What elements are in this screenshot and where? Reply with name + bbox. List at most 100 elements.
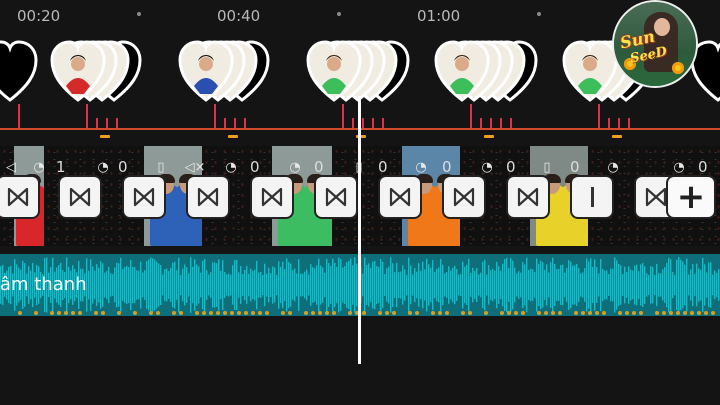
speed-icon[interactable]: ◔ bbox=[670, 158, 688, 176]
wave-bar bbox=[354, 257, 356, 313]
wave-bar bbox=[452, 267, 454, 303]
channel-avatar[interactable]: Sun SeeD bbox=[612, 0, 698, 88]
speed-icon[interactable]: ◔ bbox=[478, 158, 496, 176]
beat-dot bbox=[544, 311, 548, 315]
wave-bar bbox=[302, 273, 304, 297]
wave-bar bbox=[632, 270, 634, 300]
playhead[interactable] bbox=[358, 96, 361, 364]
transition-button[interactable] bbox=[188, 177, 228, 217]
transition-button[interactable] bbox=[60, 177, 100, 217]
wave-bar bbox=[258, 272, 260, 298]
wave-bar bbox=[496, 261, 498, 309]
heart-photo-sticker bbox=[434, 40, 490, 102]
beat-dot bbox=[202, 311, 206, 315]
beat-dot bbox=[325, 311, 329, 315]
vibrate-icon[interactable]: ▯ bbox=[152, 158, 170, 176]
transition-button[interactable] bbox=[124, 177, 164, 217]
wave-bar bbox=[550, 262, 552, 308]
mute-icon[interactable]: ◁× bbox=[185, 158, 206, 176]
sticker-group[interactable] bbox=[306, 40, 422, 108]
wave-bar bbox=[712, 274, 714, 296]
beat-dot bbox=[595, 311, 599, 315]
wave-bar bbox=[362, 273, 364, 297]
wave-bar bbox=[412, 274, 414, 296]
wave-bar bbox=[580, 273, 582, 297]
wave-bar bbox=[708, 262, 710, 308]
beat-dot bbox=[318, 311, 322, 315]
add-clip-button[interactable]: + bbox=[668, 177, 714, 217]
beat-dot bbox=[655, 311, 659, 315]
wave-bar bbox=[646, 273, 648, 297]
speed-icon[interactable]: ◔ bbox=[94, 158, 112, 176]
wave-bar bbox=[694, 273, 696, 297]
sticker-group[interactable] bbox=[434, 40, 550, 108]
wave-bar bbox=[526, 257, 528, 313]
wave-bar bbox=[322, 267, 324, 303]
wave-bar bbox=[336, 266, 338, 304]
speed-icon[interactable]: ◔ bbox=[222, 158, 240, 176]
wave-bar bbox=[458, 274, 460, 296]
plus-icon: + bbox=[676, 177, 706, 217]
wave-bar bbox=[528, 270, 530, 300]
wave-bar bbox=[156, 261, 158, 309]
sticker-group[interactable] bbox=[178, 40, 282, 108]
beat-dot bbox=[507, 311, 511, 315]
wave-bar bbox=[184, 264, 186, 306]
wave-bar bbox=[482, 261, 484, 309]
wave-bar bbox=[130, 259, 132, 311]
transition-button[interactable] bbox=[252, 177, 292, 217]
heart-photo-sticker bbox=[178, 40, 234, 102]
beat-dot bbox=[94, 311, 98, 315]
wave-bar bbox=[278, 261, 280, 309]
beat-dot bbox=[362, 311, 366, 315]
wave-bar bbox=[548, 272, 550, 298]
beat-dot bbox=[281, 311, 285, 315]
volume-icon[interactable]: ◁ bbox=[2, 158, 20, 176]
wave-bar bbox=[692, 263, 694, 307]
wave-bar bbox=[642, 263, 644, 307]
wave-bar bbox=[492, 268, 494, 302]
transition-button[interactable] bbox=[380, 177, 420, 217]
wave-bar bbox=[464, 266, 466, 304]
transition-button[interactable] bbox=[0, 177, 38, 217]
wave-bar bbox=[436, 268, 438, 302]
speed-icon[interactable]: ◔ bbox=[30, 158, 48, 176]
beat-dot bbox=[265, 311, 269, 315]
divider-icon bbox=[590, 187, 594, 207]
wave-bar bbox=[698, 268, 700, 302]
wave-bar bbox=[488, 265, 490, 305]
beat-dot bbox=[117, 311, 121, 315]
wave-bar bbox=[470, 273, 472, 297]
wave-bar bbox=[200, 272, 202, 298]
wave-bar bbox=[216, 263, 218, 307]
transition-none-button[interactable] bbox=[572, 177, 612, 217]
wave-bar bbox=[578, 268, 580, 302]
bowtie-icon bbox=[389, 187, 411, 207]
speed-icon[interactable]: ◔ bbox=[412, 158, 430, 176]
wave-bar bbox=[134, 267, 136, 303]
wave-bar bbox=[166, 268, 168, 302]
speed-icon[interactable]: ◔ bbox=[286, 158, 304, 176]
wave-bar bbox=[504, 259, 506, 311]
wave-bar bbox=[234, 260, 236, 310]
transition-button[interactable] bbox=[444, 177, 484, 217]
beat-dot bbox=[237, 311, 241, 315]
beat-dot bbox=[445, 311, 449, 315]
wave-bar bbox=[242, 274, 244, 296]
sticker-group[interactable] bbox=[50, 40, 154, 108]
transition-button[interactable] bbox=[508, 177, 548, 217]
beat-dot bbox=[230, 311, 234, 315]
speed-icon[interactable]: ◔ bbox=[604, 158, 622, 176]
sticker-group[interactable] bbox=[0, 40, 50, 108]
wave-bar bbox=[600, 259, 602, 311]
beat-dot bbox=[484, 311, 488, 315]
wave-bar bbox=[260, 272, 262, 298]
wave-bar bbox=[92, 266, 94, 304]
wave-bar bbox=[162, 274, 164, 296]
vibrate-icon[interactable]: ▯ bbox=[538, 158, 556, 176]
transition-button[interactable] bbox=[316, 177, 356, 217]
timeline-ruler[interactable]: 00:20 00:40 01:00 bbox=[0, 0, 720, 32]
wave-bar bbox=[538, 263, 540, 307]
wave-bar bbox=[292, 270, 294, 300]
wave-bar bbox=[288, 262, 290, 308]
